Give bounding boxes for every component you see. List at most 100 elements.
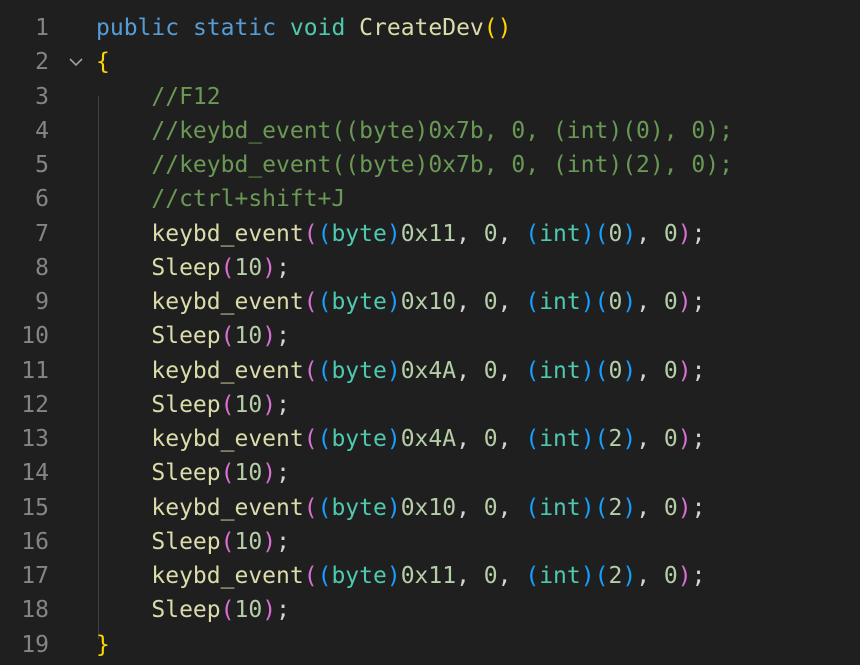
code-token: byte — [331, 563, 387, 589]
code-text: keybd_event((byte)0x10, 0, (int)(2), 0); — [96, 491, 705, 525]
code-token: ) — [262, 460, 277, 487]
code-token: 0 — [663, 289, 678, 315]
code-token: () — [483, 15, 512, 41]
code-token: byte — [331, 289, 387, 315]
code-token: 10 — [234, 528, 263, 555]
code-line[interactable]: 17 keybd_event((byte)0x11, 0, (int)(2), … — [0, 559, 860, 593]
code-text: //keybd_event((byte)0x7b, 0, (int)(2), 0… — [96, 148, 733, 182]
code-token: ( — [220, 391, 235, 418]
code-token: ) — [386, 494, 401, 521]
code-token: , — [456, 494, 484, 521]
code-line[interactable]: 14 Sleep(10); — [0, 456, 860, 490]
code-token: ( — [525, 494, 540, 521]
code-line[interactable]: 18 Sleep(10); — [0, 593, 860, 627]
code-token: 10 — [234, 460, 263, 487]
line-number: 12 — [21, 391, 49, 418]
code-token: 0x11 — [400, 563, 457, 589]
code-line[interactable]: 10 Sleep(10); — [0, 319, 860, 353]
code-token: int — [539, 563, 581, 589]
code-text: Sleep(10); — [96, 388, 290, 422]
code-token: keybd_event — [151, 494, 304, 521]
code-token: ; — [691, 563, 706, 589]
code-token: void — [289, 15, 346, 41]
code-token: ( — [317, 563, 332, 589]
code-line[interactable]: 1 public static void CreateDev() — [0, 11, 860, 45]
code-token: 0x10 — [400, 494, 457, 521]
line-number: 10 — [21, 323, 49, 350]
line-number: 18 — [21, 597, 49, 624]
code-token: 0 — [608, 220, 623, 247]
code-line[interactable]: 15 keybd_event((byte)0x10, 0, (int)(2), … — [0, 491, 860, 525]
code-token: 0 — [483, 563, 498, 589]
code-token: 0 — [483, 289, 498, 315]
code-token: { — [96, 49, 110, 76]
code-line[interactable]: 2{ — [0, 45, 860, 79]
code-token: byte — [331, 220, 387, 247]
code-token: ( — [303, 289, 318, 315]
code-token: ) — [622, 289, 637, 315]
code-text: keybd_event((byte)0x11, 0, (int)(2), 0); — [96, 559, 705, 593]
code-token: ; — [691, 426, 706, 452]
line-number: 19 — [21, 631, 49, 658]
code-line[interactable]: 11 keybd_event((byte)0x4A, 0, (int)(0), … — [0, 354, 860, 388]
code-token: 10 — [234, 391, 263, 418]
line-number: 17 — [21, 563, 49, 589]
code-line[interactable]: 19} — [0, 628, 860, 662]
code-text: } — [96, 628, 110, 662]
line-number: 14 — [21, 460, 49, 487]
code-line[interactable]: 7 keybd_event((byte)0x11, 0, (int)(0), 0… — [0, 217, 860, 251]
code-token: } — [96, 631, 110, 658]
code-line[interactable]: 9 keybd_event((byte)0x10, 0, (int)(0), 0… — [0, 285, 860, 319]
code-token: 0 — [608, 357, 623, 384]
code-line[interactable]: 13 keybd_event((byte)0x4A, 0, (int)(2), … — [0, 422, 860, 456]
code-token: , — [497, 563, 526, 589]
code-token: , — [497, 357, 526, 384]
line-number: 9 — [35, 289, 49, 315]
code-token: 0x11 — [400, 220, 457, 247]
code-token: ) — [262, 323, 277, 350]
code-token: ) — [622, 494, 637, 521]
code-line[interactable]: 8 Sleep(10); — [0, 251, 860, 285]
code-token: 0x4A — [400, 357, 457, 384]
code-line[interactable]: 6 //ctrl+shift+J — [0, 182, 860, 216]
code-token: ( — [220, 254, 235, 281]
code-token: , — [497, 220, 526, 247]
code-token: keybd_event — [151, 563, 304, 589]
line-number: 3 — [35, 83, 49, 110]
code-text: keybd_event((byte)0x4A, 0, (int)(2), 0); — [96, 422, 705, 456]
code-token: , — [497, 426, 526, 452]
code-token: ) — [677, 220, 692, 247]
code-token: 0 — [663, 563, 678, 589]
code-text: { — [96, 45, 110, 79]
code-line[interactable]: 3 //F12 — [0, 80, 860, 114]
code-token: , — [497, 494, 526, 521]
code-token: ) — [580, 357, 595, 384]
code-token: ( — [594, 289, 609, 315]
code-token: keybd_event — [151, 426, 304, 452]
code-token: ( — [594, 494, 609, 521]
code-line[interactable]: 16 Sleep(10); — [0, 525, 860, 559]
code-token: ( — [317, 220, 332, 247]
code-token: , — [456, 357, 484, 384]
chevron-down-icon[interactable] — [66, 45, 86, 79]
code-lines: 1 public static void CreateDev() 2{3 //F12… — [0, 11, 860, 662]
code-editor[interactable]: 1 public static void CreateDev() 2{3 //F12… — [0, 11, 860, 662]
code-token: ) — [262, 254, 277, 281]
code-line[interactable]: 4 //keybd_event((byte)0x7b, 0, (int)(0),… — [0, 114, 860, 148]
code-line[interactable]: 5 //keybd_event((byte)0x7b, 0, (int)(2),… — [0, 148, 860, 182]
code-token: ( — [303, 220, 318, 247]
code-line[interactable]: 12 Sleep(10); — [0, 388, 860, 422]
code-token: static — [192, 15, 277, 41]
code-token: ) — [262, 391, 277, 418]
code-token: , — [636, 289, 664, 315]
code-text: Sleep(10); — [96, 456, 290, 490]
code-text: Sleep(10); — [96, 319, 290, 353]
code-token: ( — [594, 220, 609, 247]
code-token: 0x10 — [400, 289, 457, 315]
code-token: int — [539, 289, 581, 315]
